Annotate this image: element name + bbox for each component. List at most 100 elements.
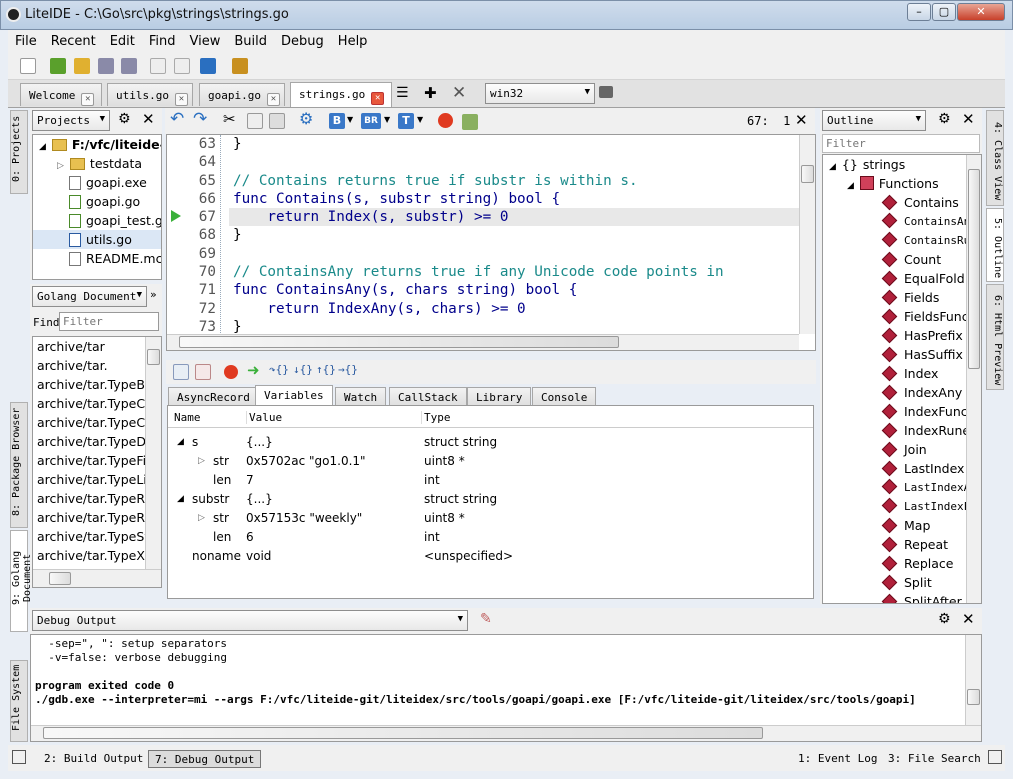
outline-item[interactable]: HasPrefix (823, 326, 981, 345)
step-over-icon[interactable]: ↷{} (269, 363, 289, 376)
outline-select[interactable]: Outline ▼ (822, 110, 926, 131)
table-row[interactable]: ▷ str 0x5702ac "go1.0.1" uint8 * (168, 452, 808, 471)
menu-debug[interactable]: Debug (274, 30, 331, 49)
tab-library[interactable]: Library (467, 387, 532, 406)
tree-item-readme[interactable]: README.mc (33, 249, 161, 268)
break-icon[interactable]: BR (361, 113, 381, 129)
minimize-button[interactable]: – (907, 3, 931, 21)
column-header[interactable]: Value (246, 411, 282, 424)
build-output-button[interactable]: 2: Build Output (38, 750, 149, 768)
close-icon[interactable]: ✕ (142, 110, 155, 128)
table-row[interactable]: ▷ str 0x57153c "weekly" uint8 * (168, 509, 808, 528)
chevron-down-icon[interactable]: ▼ (347, 115, 353, 124)
chevron-down-icon[interactable]: ▼ (417, 115, 423, 124)
env-select[interactable]: win32 ▼ (485, 83, 595, 104)
sidetab-golang-document[interactable]: 9: Golang Document (10, 530, 33, 632)
outline-item[interactable]: HasSuffix (823, 345, 981, 364)
close-icon[interactable]: ✕ (962, 610, 975, 628)
list-item[interactable]: archive/tar.TypeXG (33, 546, 161, 565)
outline-item[interactable]: ContainsRur (823, 231, 981, 250)
outline-item[interactable]: IndexAny (823, 383, 981, 402)
outline-item[interactable]: LastIndex (823, 459, 981, 478)
outline-filter-input[interactable] (822, 134, 980, 153)
sidetab-class-view[interactable]: 4: Class View (986, 110, 1004, 206)
sidetab-projects[interactable]: 0: Projects (10, 110, 28, 194)
menu-find[interactable]: Find (142, 30, 183, 49)
menu-file[interactable]: File (8, 30, 44, 49)
save-icon[interactable] (98, 58, 114, 74)
outline-item[interactable]: SplitAfter (823, 592, 981, 603)
table-row[interactable]: len 7 int (168, 471, 808, 490)
redo-icon[interactable]: ↷ (193, 109, 207, 129)
output-hscrollbar[interactable] (31, 725, 981, 741)
tree-item-testdata[interactable]: ▷ testdata (33, 154, 161, 173)
more-icon[interactable]: » (150, 288, 157, 301)
list-item[interactable]: archive/tar.TypeDir (33, 432, 161, 451)
menu-view[interactable]: View (183, 30, 228, 49)
list-item[interactable]: archive/tar.TypeReg (33, 508, 161, 527)
tab-variables[interactable]: Variables (255, 385, 333, 406)
panel-toggle-right-icon[interactable] (988, 750, 1002, 764)
file-search-button[interactable]: 3: File Search (882, 750, 987, 768)
tab-callstack[interactable]: CallStack (389, 387, 467, 406)
collapse-icon[interactable]: ▷ (198, 452, 205, 471)
copy-doc-icon[interactable] (174, 58, 190, 74)
continue-icon[interactable]: ➜ (247, 361, 260, 379)
bold-icon[interactable]: B (329, 113, 345, 129)
outline-root[interactable]: ◢{} strings (823, 155, 981, 174)
collapse-icon[interactable]: ▷ (198, 509, 205, 528)
chevron-down-icon[interactable]: ▼ (384, 115, 390, 124)
tree-item-goapi-test-go[interactable]: goapi_test.g (33, 211, 161, 230)
undo-icon[interactable]: ↶ (170, 109, 184, 129)
outline-item[interactable]: Replace (823, 554, 981, 573)
tab-utils-go[interactable]: utils.go ✕ (107, 83, 193, 106)
settings-icon[interactable]: ⚙ (299, 109, 313, 128)
tree-item-goapi-go[interactable]: goapi.go (33, 192, 161, 211)
outline-item[interactable]: Join (823, 440, 981, 459)
sidetab-package-browser[interactable]: 8: Package Browser (10, 402, 28, 528)
list-item[interactable]: archive/tar.TypeFifc (33, 451, 161, 470)
outline-item[interactable]: Map (823, 516, 981, 535)
sidetab-outline[interactable]: 5: Outline (986, 208, 1004, 282)
close-icon[interactable]: ✕ (174, 93, 188, 106)
tab-goapi-go[interactable]: goapi.go ✕ (199, 83, 285, 106)
record-icon[interactable] (438, 113, 453, 128)
cut-doc-icon[interactable] (150, 58, 166, 74)
copy-icon[interactable] (247, 113, 263, 129)
expand-icon[interactable]: ◢ (177, 433, 184, 452)
step-out-icon[interactable]: ↑{} (316, 363, 336, 376)
debug-output-button[interactable]: 7: Debug Output (148, 750, 262, 768)
package-list-scrollbar[interactable] (145, 337, 161, 569)
outline-item[interactable]: EqualFold (823, 269, 981, 288)
column-header[interactable]: Name (174, 411, 201, 424)
list-item[interactable]: archive/tar.TypeCo (33, 413, 161, 432)
step-into-icon[interactable]: ↓{} (293, 363, 313, 376)
split-icon[interactable]: ✚ (424, 84, 437, 102)
list-item[interactable]: archive/tar.TypeReg (33, 489, 161, 508)
text-icon[interactable]: T (398, 113, 414, 129)
tab-welcome[interactable]: Welcome ✕ (20, 83, 102, 106)
menu-help[interactable]: Help (331, 30, 375, 49)
outline-item[interactable]: IndexRune (823, 421, 981, 440)
outline-item[interactable]: Contains (823, 193, 981, 212)
tree-root[interactable]: ◢F:/vfc/liteide-g (33, 135, 161, 154)
list-item[interactable]: archive/tar.TypeBlc (33, 375, 161, 394)
paste-icon[interactable] (269, 113, 285, 129)
outline-item[interactable]: IndexFunc (823, 402, 981, 421)
output-select[interactable]: Debug Output ▼ (32, 610, 468, 631)
close-icon[interactable]: ✕ (371, 92, 385, 105)
editor-hscrollbar[interactable] (167, 334, 799, 350)
save-all-icon[interactable] (121, 58, 137, 74)
package-list-hscrollbar[interactable] (33, 569, 161, 587)
sidetab-html-preview[interactable]: 6: Html Preview (986, 284, 1004, 390)
menu-build[interactable]: Build (227, 30, 274, 49)
outline-item[interactable]: Repeat (823, 535, 981, 554)
stop-debug-icon[interactable] (224, 365, 238, 379)
list-item[interactable]: archive/tar.TypeCh (33, 394, 161, 413)
maximize-button[interactable]: ▢ (932, 3, 956, 21)
document-filter-input[interactable] (59, 312, 159, 331)
tree-item-goapi-exe[interactable]: goapi.exe (33, 173, 161, 192)
outline-item[interactable]: ContainsAny (823, 212, 981, 231)
document-select[interactable]: Golang Document ▼ (32, 286, 147, 307)
outline-item[interactable]: LastIndexAr (823, 478, 981, 497)
